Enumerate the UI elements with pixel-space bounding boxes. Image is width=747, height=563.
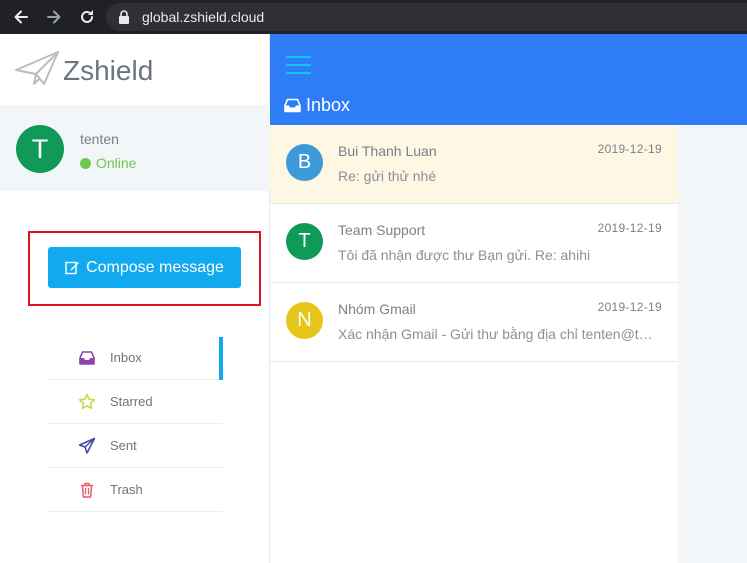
star-icon: [78, 393, 96, 410]
sender-avatar: N: [286, 302, 323, 339]
inbox-icon: [284, 98, 301, 113]
nav-item-trash[interactable]: Trash: [48, 468, 223, 512]
message-date: 2019-12-19: [597, 142, 662, 156]
nav-label-sent: Sent: [110, 438, 137, 453]
paper-plane-logo-icon: [15, 51, 59, 85]
reading-pane-background: [678, 125, 747, 563]
message-snippet: Tôi đã nhận được thư Bạn gửi. Re: ahihi: [338, 247, 591, 263]
forward-button[interactable]: [42, 5, 66, 29]
back-button[interactable]: [9, 5, 33, 29]
nav-item-inbox[interactable]: Inbox: [48, 336, 223, 380]
logo-text: Zshield: [63, 55, 154, 86]
compose-message-button[interactable]: Compose message: [48, 247, 241, 288]
nav-label-trash: Trash: [110, 482, 143, 497]
menu-toggle-icon[interactable]: [286, 56, 311, 74]
paper-plane-icon: [78, 437, 96, 454]
arrow-right-icon: [47, 10, 61, 24]
folder-nav: Inbox Starred Sent Trash: [48, 336, 223, 512]
status-dot-icon: [80, 157, 91, 169]
user-card: T tenten Online: [0, 105, 270, 191]
message-item[interactable]: T Team Support 2019-12-19 Tôi đã nhận đư…: [270, 204, 678, 283]
trash-icon: [81, 482, 93, 498]
avatar[interactable]: T: [16, 125, 64, 173]
sender-avatar: B: [286, 144, 323, 181]
url-text: global.zshield.cloud: [142, 9, 265, 25]
sender-name: Bui Thanh Luan: [338, 143, 437, 159]
message-item[interactable]: N Nhóm Gmail 2019-12-19 Xác nhận Gmail -…: [270, 283, 678, 362]
address-bar[interactable]: global.zshield.cloud: [106, 3, 747, 31]
sender-name: Team Support: [338, 222, 426, 238]
status-label: Online: [96, 155, 137, 171]
edit-icon: [65, 261, 80, 275]
message-snippet: Re: gửi thử nhé: [338, 168, 437, 184]
reload-icon: [81, 10, 93, 23]
message-item[interactable]: B Bui Thanh Luan 2019-12-19 Re: gửi thử …: [270, 125, 678, 204]
nav-item-starred[interactable]: Starred: [48, 380, 223, 424]
inbox-icon: [79, 351, 95, 365]
user-name: tenten: [80, 131, 119, 147]
nav-label-inbox: Inbox: [110, 350, 142, 365]
nav-item-sent[interactable]: Sent: [48, 424, 223, 468]
browser-toolbar: global.zshield.cloud: [0, 0, 747, 34]
page-title-text: Inbox: [306, 95, 351, 115]
page-title: Inbox: [284, 95, 350, 116]
sidebar: Zshield T tenten Online Compose message …: [0, 34, 270, 563]
message-list: B Bui Thanh Luan 2019-12-19 Re: gửi thử …: [270, 125, 678, 563]
logo[interactable]: Zshield: [0, 34, 270, 105]
sender-name: Nhóm Gmail: [338, 301, 416, 317]
nav-label-starred: Starred: [110, 394, 153, 409]
header-bar: Inbox: [270, 34, 747, 125]
reload-button[interactable]: [75, 5, 99, 29]
sender-avatar: T: [286, 223, 323, 260]
user-status: Online: [80, 155, 136, 171]
compose-label: Compose message: [86, 258, 224, 276]
message-date: 2019-12-19: [597, 300, 662, 314]
arrow-left-icon: [14, 10, 28, 24]
message-date: 2019-12-19: [597, 221, 662, 235]
message-snippet: Xác nhận Gmail - Gửi thư bằng địa chỉ te…: [338, 326, 660, 342]
lock-icon: [119, 10, 129, 24]
